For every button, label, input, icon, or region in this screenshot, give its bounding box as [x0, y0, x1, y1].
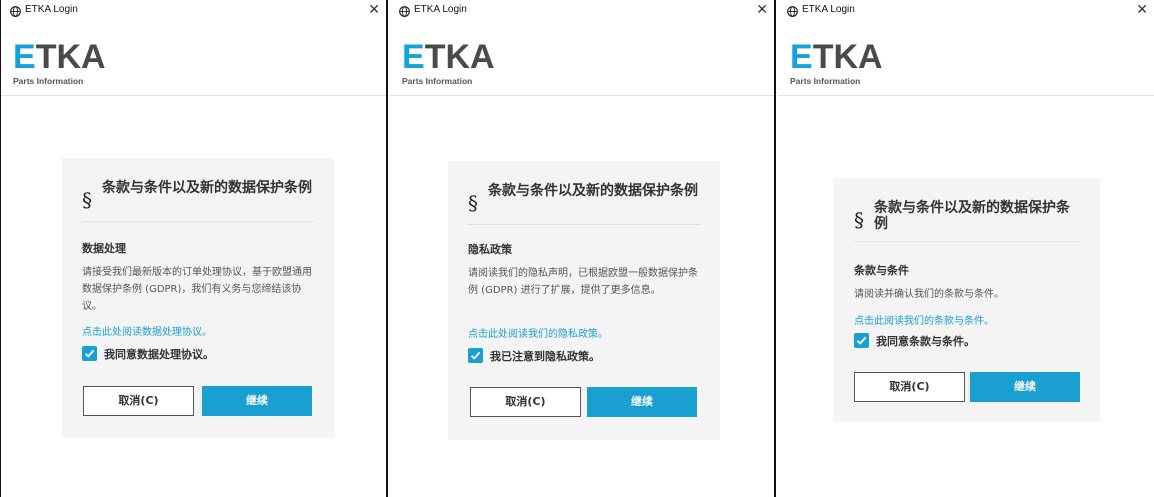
title-bar[interactable]: ETKA Login ✕	[778, 0, 1154, 22]
close-icon[interactable]: ✕	[756, 2, 768, 18]
logo-e: E	[402, 38, 425, 76]
logo-subtitle: Parts Information	[13, 76, 84, 86]
continue-button[interactable]: 继续	[970, 372, 1080, 402]
read-terms-link[interactable]: 点击此阅读我们的条款与条件。	[854, 312, 994, 327]
etka-logo: ETKA	[402, 40, 495, 74]
card-title: 条款与条件以及新的数据保护条例	[488, 183, 698, 199]
close-icon[interactable]: ✕	[1136, 2, 1148, 18]
continue-button[interactable]: 继续	[587, 387, 697, 417]
section-icon: §	[854, 208, 864, 232]
agree-checkbox[interactable]	[82, 346, 97, 361]
etka-logo: ETKA	[790, 40, 883, 74]
card-header: § 条款与条件以及新的数据保护条例	[854, 198, 1080, 242]
logo-rest: TKA	[812, 38, 883, 76]
terms-card-2: § 条款与条件以及新的数据保护条例 隐私政策 请阅读我们的隐私声明，已根据欧盟一…	[448, 161, 720, 440]
title-bar[interactable]: ETKA Login ✕	[390, 0, 774, 22]
logo-header: ETKA Parts Information	[390, 22, 774, 96]
description: 请接受我们最新版本的订单处理协议，基于欧盟通用数据保护条例 (GDPR)，我们有…	[82, 267, 312, 312]
logo-subtitle: Parts Information	[790, 76, 861, 86]
logo-e: E	[790, 38, 813, 76]
section-heading: 条款与条件	[854, 264, 909, 277]
logo-rest: TKA	[424, 38, 495, 76]
terms-card-3: § 条款与条件以及新的数据保护条例 条款与条件 请阅读并确认我们的条款与条件。 …	[834, 178, 1100, 422]
read-privacy-link[interactable]: 点击此处阅读我们的隐私政策。	[468, 325, 608, 340]
privacy-checkbox-label: 我已注意到隐私政策。	[490, 350, 600, 363]
card-title: 条款与条件以及新的数据保护条例	[102, 180, 312, 196]
window-title: ETKA Login	[414, 4, 467, 15]
logo-header: ETKA Parts Information	[778, 22, 1154, 96]
description: 请阅读并确认我们的条款与条件。	[854, 289, 1004, 300]
globe-icon	[399, 6, 410, 17]
card-title: 条款与条件以及新的数据保护条例	[874, 200, 1070, 232]
globe-icon	[787, 6, 798, 17]
logo-header: ETKA Parts Information	[1, 22, 386, 96]
section-heading: 隐私政策	[468, 243, 512, 256]
logo-rest: TKA	[35, 38, 106, 76]
globe-icon	[10, 6, 21, 17]
window-title: ETKA Login	[802, 4, 855, 15]
section-icon: §	[82, 188, 92, 212]
card-header: § 条款与条件以及新的数据保护条例	[82, 178, 314, 222]
cancel-button[interactable]: 取消(C)	[83, 386, 194, 416]
checkmark-icon	[856, 336, 867, 345]
logo-e: E	[13, 38, 36, 76]
window-title: ETKA Login	[25, 4, 78, 15]
terms-checkbox[interactable]	[854, 333, 869, 348]
continue-button[interactable]: 继续	[202, 386, 312, 416]
title-bar[interactable]: ETKA Login ✕	[1, 0, 386, 22]
section-icon: §	[468, 191, 478, 215]
checkmark-icon	[470, 351, 481, 360]
description: 请阅读我们的隐私声明，已根据欧盟一般数据保护条例 (GDPR) 进行了扩展，提供…	[468, 268, 698, 296]
terms-checkbox-label: 我同意条款与条件。	[876, 335, 975, 348]
cancel-button[interactable]: 取消(C)	[470, 387, 581, 417]
terms-card-1: § 条款与条件以及新的数据保护条例 数据处理 请接受我们最新版本的订单处理协议，…	[62, 158, 334, 438]
etka-logo: ETKA	[13, 40, 106, 74]
section-heading: 数据处理	[82, 242, 126, 255]
checkmark-icon	[84, 349, 95, 358]
privacy-checkbox[interactable]	[468, 348, 483, 363]
card-header: § 条款与条件以及新的数据保护条例	[468, 181, 700, 225]
logo-subtitle: Parts Information	[402, 76, 473, 86]
close-icon[interactable]: ✕	[368, 2, 380, 18]
cancel-button[interactable]: 取消(C)	[854, 372, 965, 402]
agree-checkbox-label: 我同意数据处理协议。	[104, 348, 214, 361]
read-agreement-link[interactable]: 点击此处阅读数据处理协议。	[82, 323, 212, 338]
